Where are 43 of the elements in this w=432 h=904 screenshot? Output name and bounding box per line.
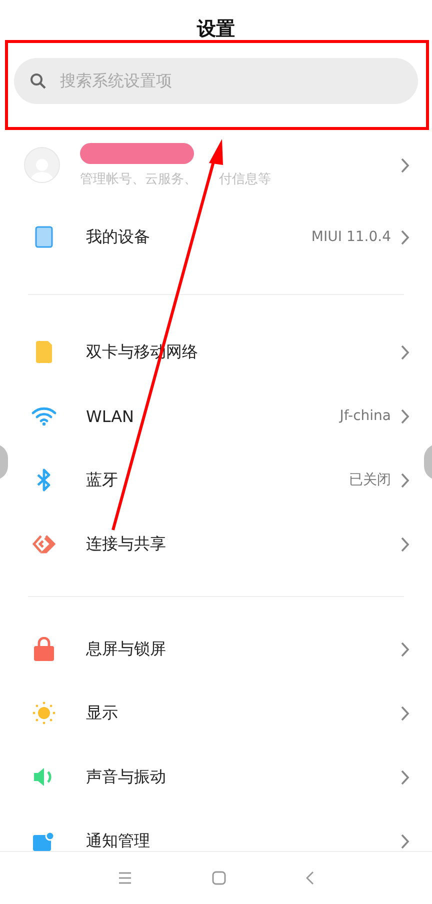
diamond-arrows-icon bbox=[32, 534, 56, 554]
row-value: Jf-china bbox=[340, 408, 391, 424]
chevron-icon bbox=[401, 706, 410, 720]
row-value: MIUI 11.0.4 bbox=[311, 229, 391, 245]
wifi-icon bbox=[31, 406, 57, 426]
sun-icon bbox=[32, 701, 56, 725]
chevron-icon bbox=[401, 770, 410, 784]
lock-icon bbox=[34, 637, 54, 661]
chevron-icon bbox=[401, 408, 410, 424]
settings-row[interactable]: 我的设备 MIUI 11.0.4 bbox=[10, 205, 422, 269]
row-label: 通知管理 bbox=[86, 830, 151, 851]
home-icon[interactable] bbox=[212, 871, 226, 885]
row-label: 显示 bbox=[86, 702, 119, 724]
settings-row[interactable]: 通知管理 bbox=[10, 809, 422, 851]
settings-row[interactable]: WLAN Jf-china bbox=[10, 384, 422, 448]
back-icon[interactable] bbox=[306, 871, 314, 885]
chevron-icon bbox=[401, 158, 410, 172]
settings-row[interactable]: 蓝牙 已关闭 bbox=[10, 448, 422, 512]
page-title: 设置 bbox=[196, 17, 236, 42]
row-value: 已关闭 bbox=[349, 471, 391, 489]
row-label: 连接与共享 bbox=[86, 534, 167, 554]
menu-icon[interactable] bbox=[118, 872, 132, 884]
account-subtitle: 付信息等 bbox=[219, 170, 271, 188]
settings-row[interactable]: 息屏与锁屏 bbox=[10, 617, 422, 681]
settings-row[interactable]: 连接与共享 bbox=[10, 512, 422, 576]
bluetooth-icon bbox=[36, 468, 52, 492]
settings-row[interactable]: 声音与振动 bbox=[10, 745, 422, 809]
row-label: 息屏与锁屏 bbox=[86, 638, 167, 660]
sim-card-icon bbox=[34, 341, 54, 363]
row-label: 我的设备 bbox=[86, 226, 151, 248]
chevron-icon bbox=[401, 642, 410, 656]
row-label: 声音与振动 bbox=[86, 766, 167, 788]
chevron-icon bbox=[401, 344, 410, 360]
chevron-icon bbox=[401, 834, 410, 848]
chevron-icon bbox=[401, 472, 410, 488]
row-label: 蓝牙 bbox=[86, 470, 119, 490]
settings-row[interactable]: 显示 bbox=[10, 681, 422, 745]
chevron-icon bbox=[401, 230, 410, 244]
row-label: WLAN bbox=[86, 406, 136, 426]
chevron-icon bbox=[401, 536, 410, 552]
tablet-icon bbox=[35, 226, 53, 248]
account-subtitle: 管理帐号、云服务、 bbox=[80, 170, 197, 188]
search-icon bbox=[30, 73, 46, 89]
